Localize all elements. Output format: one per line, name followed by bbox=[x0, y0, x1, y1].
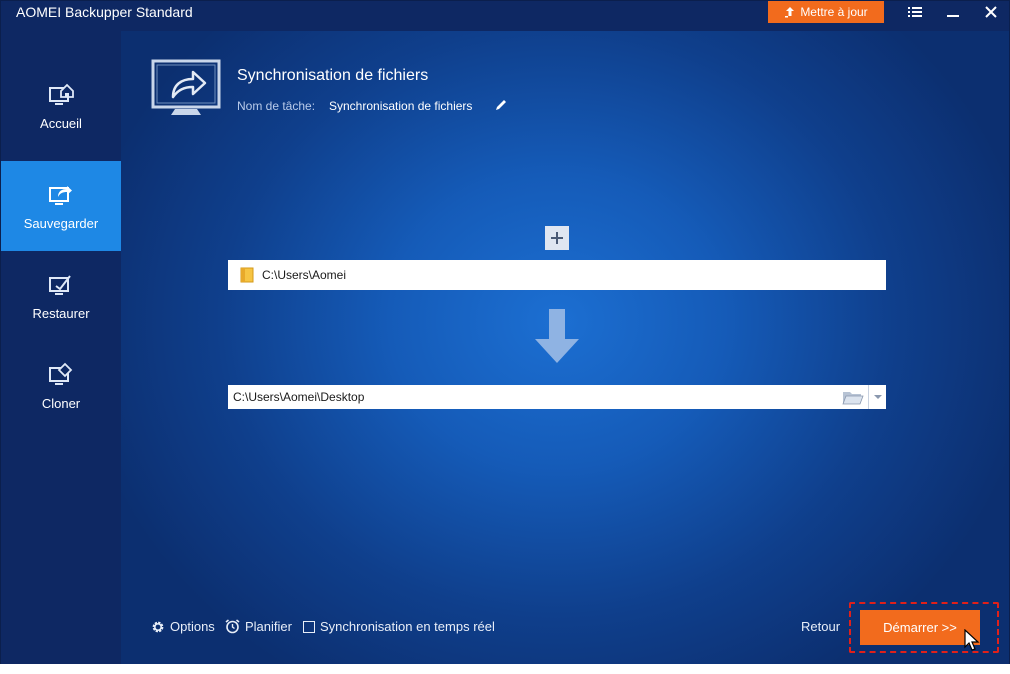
menu-button[interactable] bbox=[898, 1, 932, 23]
pencil-edit-icon[interactable] bbox=[494, 98, 508, 112]
minimize-button[interactable] bbox=[936, 1, 970, 23]
realtime-sync-checkbox[interactable]: Synchronisation en temps réel bbox=[303, 619, 495, 634]
list-menu-icon bbox=[908, 7, 922, 17]
folder-icon bbox=[240, 267, 254, 283]
plus-icon bbox=[551, 232, 563, 244]
sidebar-item-label: Restaurer bbox=[32, 305, 90, 321]
mouse-cursor-icon bbox=[964, 629, 980, 651]
alarm-clock-icon bbox=[225, 619, 240, 634]
title-bar: AOMEI Backupper Standard Mettre à jour bbox=[1, 1, 1009, 31]
main-panel: Synchronisation de fichiers Nom de tâche… bbox=[121, 31, 1009, 664]
source-path: C:\Users\Aomei bbox=[262, 268, 347, 282]
chevron-down-icon bbox=[873, 395, 882, 399]
update-button[interactable]: Mettre à jour bbox=[768, 1, 884, 23]
clone-monitor-icon bbox=[49, 362, 73, 385]
browse-folder-button[interactable] bbox=[838, 385, 868, 409]
arrow-down-icon bbox=[535, 309, 579, 363]
checkbox-box[interactable] bbox=[303, 620, 315, 633]
sidebar-item-backup[interactable]: Sauvegarder bbox=[1, 161, 121, 251]
sidebar-item-label: Accueil bbox=[40, 115, 82, 131]
backup-monitor-icon bbox=[49, 185, 72, 205]
upgrade-arrow-icon bbox=[785, 7, 795, 18]
destination-dropdown-button[interactable] bbox=[868, 385, 886, 409]
sidebar-item-clone[interactable]: Cloner bbox=[1, 341, 121, 431]
close-icon bbox=[985, 6, 997, 18]
app-title: AOMEI Backupper Standard bbox=[16, 4, 193, 20]
file-sync-monitor-icon bbox=[151, 59, 221, 115]
realtime-sync-label: Synchronisation en temps réel bbox=[320, 619, 495, 634]
open-folder-icon bbox=[842, 392, 864, 405]
update-label: Mettre à jour bbox=[800, 5, 868, 19]
minimize-icon bbox=[947, 15, 959, 17]
schedule-button[interactable]: Planifier bbox=[225, 619, 292, 634]
task-name-value: Synchronisation de fichiers bbox=[329, 99, 473, 113]
restore-monitor-icon bbox=[49, 274, 71, 295]
sidebar-item-label: Sauvegarder bbox=[23, 215, 99, 231]
options-button[interactable]: Options bbox=[151, 619, 215, 634]
app-window: AOMEI Backupper Standard Mettre à jour A… bbox=[0, 0, 1010, 664]
close-button[interactable] bbox=[974, 1, 1008, 23]
source-folder-field[interactable]: C:\Users\Aomei bbox=[228, 260, 886, 290]
task-name-label: Nom de tâche: bbox=[237, 99, 316, 113]
schedule-label: Planifier bbox=[245, 619, 292, 634]
task-title: Synchronisation de fichiers bbox=[237, 67, 429, 84]
home-monitor-icon bbox=[49, 83, 74, 105]
gear-icon bbox=[152, 621, 164, 632]
options-label: Options bbox=[170, 619, 215, 634]
sidebar-item-label: Cloner bbox=[41, 395, 81, 411]
add-source-button[interactable] bbox=[545, 226, 569, 250]
sidebar: Accueil Sauvegarder Restaurer Cloner bbox=[1, 31, 121, 664]
start-button[interactable]: Démarrer >> bbox=[860, 610, 980, 645]
destination-path-field[interactable]: C:\Users\Aomei\Desktop bbox=[228, 385, 886, 409]
sidebar-item-home[interactable]: Accueil bbox=[1, 61, 121, 151]
back-button[interactable]: Retour bbox=[801, 619, 840, 634]
sidebar-item-restore[interactable]: Restaurer bbox=[1, 251, 121, 341]
destination-path: C:\Users\Aomei\Desktop bbox=[233, 390, 365, 404]
